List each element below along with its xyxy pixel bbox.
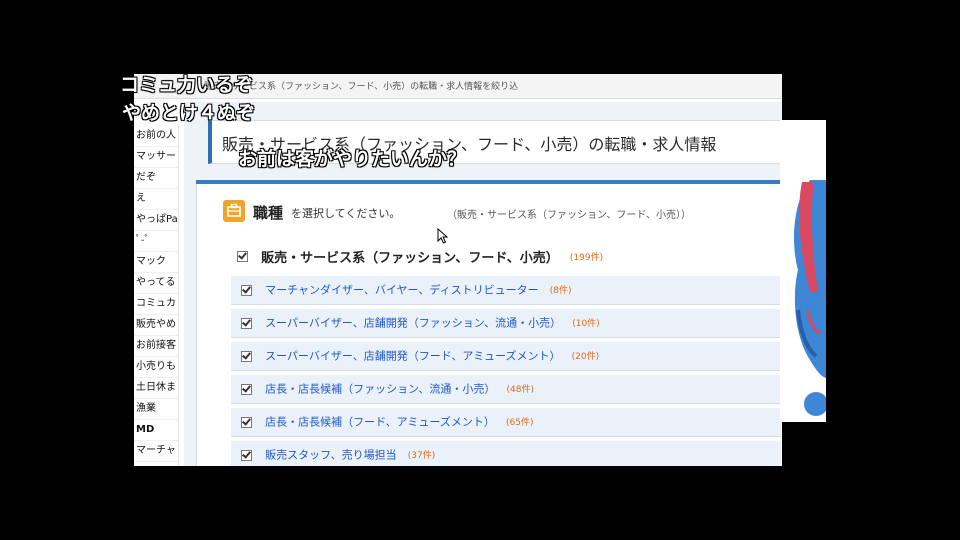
comment-list-item: やってる bbox=[134, 273, 178, 294]
comment-list-item: マック bbox=[134, 252, 178, 273]
sub-category-row[interactable]: 店長・店長候補（フード、アミューズメント） (65件) bbox=[231, 408, 781, 437]
sub-category-row[interactable]: マーチャンダイザー、バイヤー、ディストリビューター (8件) bbox=[231, 276, 781, 305]
comment-list-item: ﾟ-ﾟ bbox=[134, 231, 178, 252]
sub-category-row[interactable]: スーパーバイザー、店舗開発（ファッション、流通・小売） (10件) bbox=[231, 309, 781, 338]
job-count: (10件) bbox=[572, 318, 600, 329]
sub-category-link[interactable]: 販売スタッフ、売り場担当 bbox=[265, 449, 397, 462]
video-frame: 販売・サービス系（ファッション、フード、小売）の転職・求人情報を絞り込 お前の人… bbox=[120, 0, 840, 540]
job-count: (37件) bbox=[407, 450, 436, 461]
comment-list-item: 小売りも bbox=[134, 357, 178, 378]
mascot-image bbox=[780, 120, 826, 422]
sub-category-list: マーチャンダイザー、バイヤー、ディストリビューター (8件) スーパーバイザー、… bbox=[231, 276, 781, 466]
comment-list-item: お前の人 bbox=[134, 126, 178, 147]
sub-category-row[interactable]: 店長・店長候補（ファッション、流通・小売） (48件) bbox=[231, 375, 781, 404]
comment-list-item: マッサー bbox=[134, 147, 178, 168]
job-count: (65件) bbox=[505, 417, 534, 428]
sub-category-link[interactable]: スーパーバイザー、店舗開発（ファッション、流通・小売） bbox=[265, 317, 561, 330]
job-count: (48件) bbox=[506, 384, 535, 395]
comment-list-item: やっぱPa bbox=[134, 210, 178, 231]
parent-category-row[interactable]: 販売・サービス系（ファッション、フード、小売） (199件) bbox=[237, 246, 603, 266]
comment-list-sidebar: お前の人 マッサー だぞ え やっぱPa ﾟ-ﾟ マック やってる コミュカ 販… bbox=[134, 126, 179, 466]
job-category-panel: 職種 を選択してください。 （販売・サービス系（ファッション、フード、小売）） … bbox=[196, 184, 782, 466]
sub-category-link[interactable]: 店長・店長候補（ファッション、流通・小売） bbox=[265, 383, 495, 396]
checkbox-checked-icon[interactable] bbox=[237, 251, 248, 262]
mouse-cursor-icon bbox=[437, 227, 449, 244]
sub-category-row[interactable]: スーパーバイザー、店舗開発（フード、アミューズメント） (20件) bbox=[231, 342, 781, 371]
checkbox-checked-icon[interactable] bbox=[241, 417, 252, 428]
job-count: (199件) bbox=[569, 253, 604, 263]
scrolling-comment: コミュ力いるぞ bbox=[120, 74, 254, 96]
sub-category-link[interactable]: 店長・店長候補（フード、アミューズメント） bbox=[265, 416, 495, 429]
checkbox-checked-icon[interactable] bbox=[241, 351, 252, 362]
section-heading-note: （販売・サービス系（ファッション、フード、小売）） bbox=[447, 210, 691, 221]
briefcase-icon bbox=[223, 200, 245, 222]
checkbox-checked-icon[interactable] bbox=[241, 384, 252, 395]
scrolling-comment: やめとけ４ぬぞ bbox=[122, 102, 256, 124]
scrolling-comment: お前は客がやりたいんか？ bbox=[238, 148, 467, 170]
checkbox-checked-icon[interactable] bbox=[241, 285, 252, 296]
comment-list-item: え bbox=[134, 189, 178, 210]
comment-list-item: マーチャ bbox=[134, 441, 178, 462]
comment-list-item: 漁業 bbox=[134, 399, 178, 420]
job-count: (8件) bbox=[549, 285, 572, 296]
job-count: (20件) bbox=[571, 351, 600, 362]
parent-category-label[interactable]: 販売・サービス系（ファッション、フード、小売） bbox=[261, 251, 559, 266]
sub-category-link[interactable]: マーチャンダイザー、バイヤー、ディストリビューター bbox=[265, 284, 539, 297]
captured-web-page: 販売・サービス系（ファッション、フード、小売）の転職・求人情報を絞り込 お前の人… bbox=[134, 74, 782, 466]
checkbox-checked-icon[interactable] bbox=[241, 318, 252, 329]
section-heading: 職種 bbox=[253, 204, 284, 222]
comment-list-item: MD bbox=[134, 420, 178, 441]
comment-list-item: 土日休ま bbox=[134, 378, 178, 399]
sub-category-link[interactable]: スーパーバイザー、店舗開発（フード、アミューズメント） bbox=[265, 350, 560, 363]
checkbox-checked-icon[interactable] bbox=[241, 450, 252, 461]
comment-list-item: コミュカ bbox=[134, 294, 178, 315]
sub-category-row[interactable]: 販売スタッフ、売り場担当 (37件) bbox=[231, 441, 781, 466]
comment-list-item: お前接客 bbox=[134, 336, 178, 357]
comment-list-item: 販売やめ bbox=[134, 315, 178, 336]
section-heading-instruction: を選択してください。 bbox=[291, 207, 401, 220]
comment-list-item: だぞ bbox=[134, 168, 178, 189]
